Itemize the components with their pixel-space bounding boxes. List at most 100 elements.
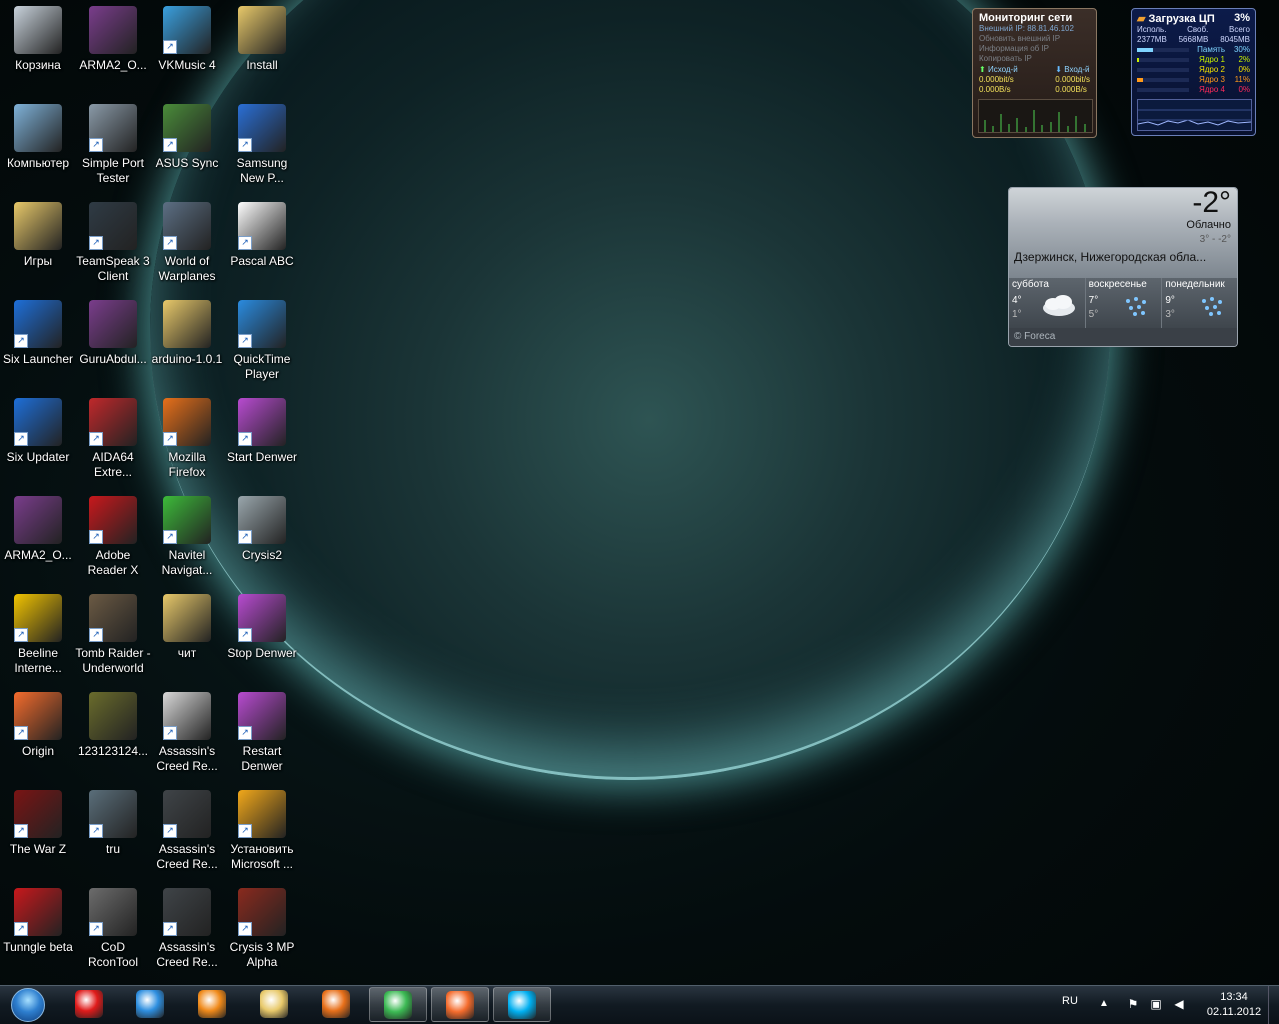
in-bits: 0.000bit/s bbox=[1055, 75, 1090, 84]
ip-info-link[interactable]: Информация об IP bbox=[979, 44, 1090, 54]
taskbar-button[interactable] bbox=[307, 987, 365, 1022]
desktop-icon[interactable]: ↗ World of Warplanes bbox=[149, 196, 225, 292]
taskbar-button[interactable] bbox=[369, 987, 427, 1022]
system-tray: RU ▲ ⚑ ▣ ◀ 13:34 02.11.2012 bbox=[1054, 986, 1279, 1024]
desktop-icon[interactable]: ↗ Samsung New P... bbox=[224, 98, 300, 194]
taskbar-button[interactable] bbox=[245, 987, 303, 1022]
show-hidden-icons-button[interactable]: ▲ bbox=[1099, 998, 1109, 1009]
action-center-icon[interactable]: ⚑ bbox=[1126, 997, 1140, 1011]
forecast-day: воскресенье 7° 5° bbox=[1086, 278, 1163, 328]
start-button[interactable] bbox=[2, 987, 54, 1023]
shortcut-arrow-icon: ↗ bbox=[238, 236, 252, 250]
show-desktop-button[interactable] bbox=[1268, 986, 1279, 1024]
weather-city[interactable]: Дзержинск, Нижегородская обла... bbox=[1009, 250, 1237, 264]
usage-bar-fill bbox=[1137, 78, 1143, 82]
desktop-icon[interactable]: Install bbox=[224, 0, 300, 96]
desktop-icon[interactable]: ARMA2_O... bbox=[75, 0, 151, 96]
desktop-icon[interactable]: arduino-1.0.1 bbox=[149, 294, 225, 390]
desktop-icon[interactable]: ↗ Restart Denwer bbox=[224, 686, 300, 782]
desktop-icon[interactable]: ↗ Pascal ABC bbox=[224, 196, 300, 292]
desktop-icon[interactable]: ↗ Six Updater bbox=[0, 392, 76, 488]
tomb-raider-icon: ↗ bbox=[89, 594, 137, 642]
desktop-icon[interactable]: ↗ Mozilla Firefox bbox=[149, 392, 225, 488]
desktop-icon[interactable]: ↗ Start Denwer bbox=[224, 392, 300, 488]
shortcut-arrow-icon: ↗ bbox=[238, 824, 252, 838]
desktop-icon-label: Корзина bbox=[15, 58, 61, 72]
taskbar-button[interactable] bbox=[431, 987, 489, 1022]
desktop-icon[interactable]: ↗ Crysis 3 MP Alpha bbox=[224, 882, 300, 978]
taskbar: RU ▲ ⚑ ▣ ◀ 13:34 02.11.2012 bbox=[0, 985, 1279, 1024]
desktop-icon-label: Tomb Raider - Underworld bbox=[75, 646, 151, 675]
shortcut-arrow-icon: ↗ bbox=[163, 236, 177, 250]
desktop-icon[interactable]: ↗ Simple Port Tester bbox=[75, 98, 151, 194]
desktop-icon[interactable]: ↗ Assassin's Creed Re... bbox=[149, 882, 225, 978]
desktop-icon[interactable]: ARMA2_O... bbox=[0, 490, 76, 586]
desktop-icon[interactable]: Компьютер bbox=[0, 98, 76, 194]
teamspeak-icon: ↗ bbox=[89, 202, 137, 250]
language-indicator[interactable]: RU bbox=[1062, 995, 1078, 1007]
taskbar-button[interactable] bbox=[493, 987, 551, 1022]
taskbar-button[interactable] bbox=[60, 987, 118, 1022]
desktop-icon[interactable]: ↗ Assassin's Creed Re... bbox=[149, 686, 225, 782]
weather-gadget[interactable]: -2° Облачно 3° - -2° Дзержинск, Нижегоро… bbox=[1008, 187, 1238, 347]
cpu-row-value: 0% bbox=[1238, 85, 1250, 94]
denwer-start-icon: ↗ bbox=[238, 398, 286, 446]
desktop-icon[interactable]: ↗ VKMusic 4 bbox=[149, 0, 225, 96]
desktop-icon[interactable]: ↗ Origin bbox=[0, 686, 76, 782]
desktop-icon[interactable]: ↗ Assassin's Creed Re... bbox=[149, 784, 225, 880]
desktop-icon[interactable]: ↗ Six Launcher bbox=[0, 294, 76, 390]
desktop-icon-label: Mozilla Firefox bbox=[168, 450, 206, 479]
desktop-icon[interactable]: ↗ Tomb Raider - Underworld bbox=[75, 588, 151, 684]
desktop-icon[interactable]: ↗ tru bbox=[75, 784, 151, 880]
volume-icon[interactable]: ◀ bbox=[1172, 997, 1186, 1011]
desktop-icon[interactable]: ↗ Установить Microsoft ... bbox=[224, 784, 300, 880]
cpu-row: Память 30% bbox=[1137, 45, 1250, 55]
denwer-stop-icon: ↗ bbox=[238, 594, 286, 642]
cpu-row-value: 0% bbox=[1238, 65, 1250, 74]
cpu-rows: Память 30% Ядро 1 2% Ядро 2 0% Ядро 3 11% Ядро 4… bbox=[1137, 45, 1250, 95]
desktop-icon[interactable]: ↗ Stop Denwer bbox=[224, 588, 300, 684]
taskbar-button[interactable] bbox=[121, 987, 179, 1022]
desktop-icon[interactable]: ↗ TeamSpeak 3 Client bbox=[75, 196, 151, 292]
copy-ip-link[interactable]: Копировать IP bbox=[979, 54, 1090, 64]
shortcut-arrow-icon: ↗ bbox=[163, 138, 177, 152]
cpu-chip-icon: ▰ bbox=[1137, 13, 1146, 25]
refresh-ip-link[interactable]: Обновить внешний IP bbox=[979, 34, 1090, 44]
desktop-icon[interactable]: ↗ AIDA64 Extre... bbox=[75, 392, 151, 488]
asus-sync-icon: ↗ bbox=[163, 104, 211, 152]
firefox-icon bbox=[322, 990, 350, 1018]
desktop-icon[interactable]: ↗ Adobe Reader X bbox=[75, 490, 151, 586]
desktop-icon[interactable]: ↗ Beeline Interne... bbox=[0, 588, 76, 684]
network-icon[interactable]: ▣ bbox=[1149, 997, 1163, 1011]
desktop-icon[interactable]: ↗ CoD RconTool bbox=[75, 882, 151, 978]
desktop-icon[interactable]: чит bbox=[149, 588, 225, 684]
desktop-icon[interactable]: GuruAbdul... bbox=[75, 294, 151, 390]
cpu-row-value: 11% bbox=[1234, 75, 1250, 84]
shortcut-arrow-icon: ↗ bbox=[89, 138, 103, 152]
shortcut-arrow-icon: ↗ bbox=[163, 432, 177, 446]
desktop-icon[interactable]: ↗ ASUS Sync bbox=[149, 98, 225, 194]
desktop-icon[interactable]: 123123124... bbox=[75, 686, 151, 782]
shortcut-arrow-icon: ↗ bbox=[89, 922, 103, 936]
taskbar-button[interactable] bbox=[183, 987, 241, 1022]
desktop-icon[interactable]: ↗ Tunngle beta bbox=[0, 882, 76, 978]
desktop-icon[interactable]: ↗ The War Z bbox=[0, 784, 76, 880]
desktop-icon[interactable]: Игры bbox=[0, 196, 76, 292]
desktop-icon-label: Assassin's Creed Re... bbox=[156, 744, 218, 773]
total-label: Всего bbox=[1229, 25, 1250, 34]
desktop-icon[interactable]: ↗ Navitel Navigat... bbox=[149, 490, 225, 586]
weather-source-link[interactable]: © Foreca bbox=[1009, 328, 1237, 346]
shortcut-arrow-icon: ↗ bbox=[14, 334, 28, 348]
winrar-icon bbox=[14, 496, 62, 544]
desktop-icon[interactable]: ↗ QuickTime Player bbox=[224, 294, 300, 390]
desktop-icon-label: Six Updater bbox=[6, 450, 70, 464]
total-value: 8045MB bbox=[1220, 35, 1250, 44]
desktop-icon[interactable]: Корзина bbox=[0, 0, 76, 96]
desktop-icon[interactable]: ↗ Crysis2 bbox=[224, 490, 300, 586]
network-monitor-gadget[interactable]: Мониторинг сети Внешний IP: 88.81.46.102… bbox=[972, 8, 1097, 138]
used-label: Исполь. bbox=[1137, 25, 1167, 34]
clock[interactable]: 13:34 02.11.2012 bbox=[1200, 990, 1268, 1020]
desktop-icon-label: Adobe Reader X bbox=[87, 548, 139, 577]
cpu-meter-gadget[interactable]: ▰ Загрузка ЦП 3% Исполь. Своб. Всего 237… bbox=[1131, 8, 1256, 136]
desktop-icon-label: Crysis 3 MP Alpha bbox=[229, 940, 295, 969]
